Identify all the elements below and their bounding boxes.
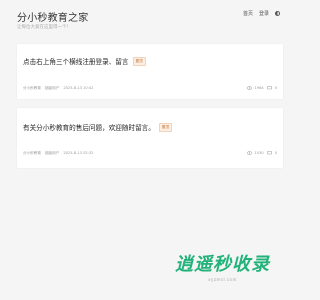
post-date: 2025-8-13 10:42: [63, 86, 94, 90]
post-meta: 分小秒教育 超级用户 2025-8-13 02:32: [23, 151, 93, 156]
post-views: 1964: [254, 86, 264, 90]
post-title-row: 点击右上角三个横线注册登录、留言 置顶: [23, 56, 146, 66]
post-author-role: 超级用户: [44, 86, 60, 90]
site-title[interactable]: 分小秒教育之家: [17, 9, 88, 24]
post-title[interactable]: 有关分小秒教育的售后问题，欢迎随时留言。: [23, 122, 155, 132]
page: 分小秒教育之家 让每位大爱在这里得一个！ 首页 登录 点击右上角三个横线注册登录…: [0, 0, 300, 300]
theme-toggle-icon[interactable]: [275, 11, 280, 16]
post-title-row: 有关分小秒教育的售后问题，欢迎随时留言。 置顶: [23, 122, 173, 132]
nav-login-link[interactable]: 登录: [259, 10, 269, 17]
nav-home-link[interactable]: 首页: [243, 10, 253, 17]
top-nav: 首页 登录: [243, 10, 280, 17]
site-tagline: 让每位大爱在这里得一个！: [17, 25, 71, 30]
post-card[interactable]: 有关分小秒教育的售后问题，欢迎随时留言。 置顶 分小秒教育 超级用户 2025-…: [17, 108, 283, 168]
post-stats: 1964 0: [246, 86, 277, 90]
eye-icon: [246, 86, 252, 90]
post-views: 1030: [254, 151, 264, 155]
post-author[interactable]: 分小秒教育: [23, 151, 41, 156]
post-date: 2025-8-13 02:32: [63, 151, 94, 155]
post-title[interactable]: 点击右上角三个横线注册登录、留言: [23, 56, 129, 66]
watermark-url: xyzmsl.com: [208, 277, 237, 282]
post-card[interactable]: 点击右上角三个横线注册登录、留言 置顶 分小秒教育 超级用户 2025-8-13…: [17, 44, 283, 99]
post-author-role: 超级用户: [44, 151, 60, 155]
comment-icon: [266, 151, 272, 155]
post-comments: 0: [274, 151, 277, 155]
post-author[interactable]: 分小秒教育: [23, 86, 41, 91]
comment-icon: [266, 86, 272, 90]
pinned-badge: 置顶: [158, 122, 173, 132]
watermark: 逍遥秒收录 xyzmsl.com: [175, 250, 270, 282]
watermark-text: 逍遥秒收录: [175, 254, 270, 275]
post-meta: 分小秒教育 超级用户 2025-8-13 10:42: [23, 86, 93, 91]
pinned-badge: 置顶: [132, 56, 146, 66]
eye-icon: [246, 151, 252, 155]
post-stats: 1030 0: [246, 151, 277, 155]
post-comments: 0: [274, 86, 277, 90]
